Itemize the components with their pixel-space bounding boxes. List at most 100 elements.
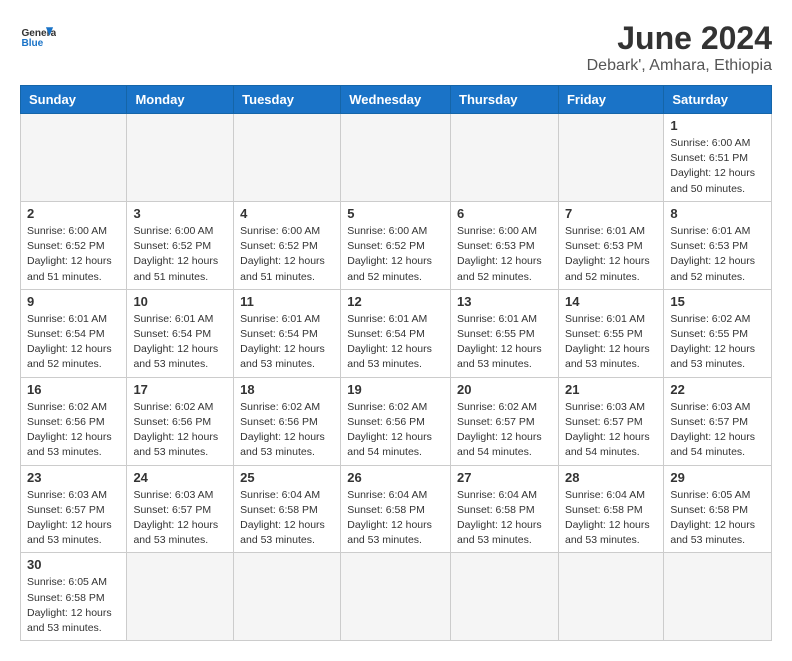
calendar-cell — [558, 114, 663, 202]
week-row-2: 9Sunrise: 6:01 AM Sunset: 6:54 PM Daylig… — [21, 289, 772, 377]
day-info: Sunrise: 6:00 AM Sunset: 6:52 PM Dayligh… — [27, 224, 120, 285]
calendar-cell: 27 Sunrise: 6:04 AM Sunset: 6:58 PM Dayli… — [451, 465, 559, 553]
day-number: 8 — [670, 206, 765, 221]
calendar-cell: 29 Sunrise: 6:05 AM Sunset: 6:58 PM Dayli… — [664, 465, 772, 553]
day-number: 18 — [240, 382, 334, 397]
header-row: Sunday Monday Tuesday Wednesday Thursday… — [21, 86, 772, 114]
calendar-cell: 8 Sunrise: 6:01 AM Sunset: 6:53 PM Daylig… — [664, 201, 772, 289]
calendar-cell — [664, 553, 772, 641]
day-number: 4 — [240, 206, 334, 221]
day-number: 1 — [670, 118, 765, 133]
day-info: Sunrise: 6:04 AM Sunset: 6:58 PM Dayligh… — [457, 488, 552, 549]
calendar-cell — [127, 114, 234, 202]
day-number: 6 — [457, 206, 552, 221]
day-info: Sunrise: 6:01 AM Sunset: 6:53 PM Dayligh… — [670, 224, 765, 285]
day-number: 15 — [670, 294, 765, 309]
week-row-1: 2 Sunrise: 6:00 AM Sunset: 6:52 PM Daylig… — [21, 201, 772, 289]
title-block: June 2024 Debark', Amhara, Ethiopia — [587, 20, 772, 75]
calendar-cell: 25 Sunrise: 6:04 AM Sunset: 6:58 PM Dayli… — [234, 465, 341, 553]
logo: General Blue — [20, 20, 56, 56]
day-info: Sunrise: 6:01 AM Sunset: 6:54 PM Dayligh… — [347, 312, 444, 373]
day-number: 27 — [457, 470, 552, 485]
day-info: Sunrise: 6:03 AM Sunset: 6:57 PM Dayligh… — [670, 400, 765, 461]
day-info: Sunrise: 6:03 AM Sunset: 6:57 PM Dayligh… — [565, 400, 657, 461]
logo-icon: General Blue — [20, 20, 56, 56]
day-info: Sunrise: 6:03 AM Sunset: 6:57 PM Dayligh… — [133, 488, 227, 549]
calendar-cell — [341, 114, 451, 202]
calendar-cell: 9Sunrise: 6:01 AM Sunset: 6:54 PM Daylig… — [21, 289, 127, 377]
header-thursday: Thursday — [451, 86, 559, 114]
calendar-cell: 30Sunrise: 6:05 AM Sunset: 6:58 PM Dayli… — [21, 553, 127, 641]
week-row-4: 23 Sunrise: 6:03 AM Sunset: 6:57 PM Dayli… — [21, 465, 772, 553]
calendar-cell: 17Sunrise: 6:02 AM Sunset: 6:56 PM Dayli… — [127, 377, 234, 465]
day-number: 26 — [347, 470, 444, 485]
header-wednesday: Wednesday — [341, 86, 451, 114]
calendar-cell: 15 Sunrise: 6:02 AM Sunset: 6:55 PM Dayli… — [664, 289, 772, 377]
calendar-cell — [451, 553, 559, 641]
day-info: Sunrise: 6:02 AM Sunset: 6:56 PM Dayligh… — [240, 400, 334, 461]
calendar-cell: 11Sunrise: 6:01 AM Sunset: 6:54 PM Dayli… — [234, 289, 341, 377]
calendar-cell: 1 Sunrise: 6:00 AM Sunset: 6:51 PM Daylig… — [664, 114, 772, 202]
header-monday: Monday — [127, 86, 234, 114]
calendar-cell: 21 Sunrise: 6:03 AM Sunset: 6:57 PM Dayli… — [558, 377, 663, 465]
calendar-cell: 6 Sunrise: 6:00 AM Sunset: 6:53 PM Daylig… — [451, 201, 559, 289]
day-info: Sunrise: 6:00 AM Sunset: 6:52 PM Dayligh… — [347, 224, 444, 285]
day-info: Sunrise: 6:00 AM Sunset: 6:53 PM Dayligh… — [457, 224, 552, 285]
calendar-cell: 12 Sunrise: 6:01 AM Sunset: 6:54 PM Dayli… — [341, 289, 451, 377]
day-info: Sunrise: 6:01 AM Sunset: 6:54 PM Dayligh… — [133, 312, 227, 373]
day-number: 7 — [565, 206, 657, 221]
day-info: Sunrise: 6:02 AM Sunset: 6:55 PM Dayligh… — [670, 312, 765, 373]
calendar-cell — [127, 553, 234, 641]
day-number: 21 — [565, 382, 657, 397]
day-number: 10 — [133, 294, 227, 309]
calendar-subtitle: Debark', Amhara, Ethiopia — [587, 57, 772, 75]
day-info: Sunrise: 6:01 AM Sunset: 6:53 PM Dayligh… — [565, 224, 657, 285]
day-number: 23 — [27, 470, 120, 485]
day-info: Sunrise: 6:02 AM Sunset: 6:56 PM Dayligh… — [27, 400, 120, 461]
day-info: Sunrise: 6:04 AM Sunset: 6:58 PM Dayligh… — [240, 488, 334, 549]
calendar-cell — [341, 553, 451, 641]
day-number: 25 — [240, 470, 334, 485]
day-info: Sunrise: 6:03 AM Sunset: 6:57 PM Dayligh… — [27, 488, 120, 549]
calendar-cell: 3 Sunrise: 6:00 AM Sunset: 6:52 PM Daylig… — [127, 201, 234, 289]
calendar-cell: 24 Sunrise: 6:03 AM Sunset: 6:57 PM Dayli… — [127, 465, 234, 553]
day-number: 13 — [457, 294, 552, 309]
week-row-0: 1 Sunrise: 6:00 AM Sunset: 6:51 PM Daylig… — [21, 114, 772, 202]
day-number: 24 — [133, 470, 227, 485]
week-row-3: 16Sunrise: 6:02 AM Sunset: 6:56 PM Dayli… — [21, 377, 772, 465]
day-number: 12 — [347, 294, 444, 309]
header-sunday: Sunday — [21, 86, 127, 114]
day-info: Sunrise: 6:00 AM Sunset: 6:52 PM Dayligh… — [133, 224, 227, 285]
calendar-table: Sunday Monday Tuesday Wednesday Thursday… — [20, 85, 772, 641]
day-number: 2 — [27, 206, 120, 221]
calendar-cell: 4 Sunrise: 6:00 AM Sunset: 6:52 PM Daylig… — [234, 201, 341, 289]
day-number: 3 — [133, 206, 227, 221]
day-number: 28 — [565, 470, 657, 485]
day-info: Sunrise: 6:01 AM Sunset: 6:55 PM Dayligh… — [457, 312, 552, 373]
calendar-cell: 7 Sunrise: 6:01 AM Sunset: 6:53 PM Daylig… — [558, 201, 663, 289]
day-info: Sunrise: 6:02 AM Sunset: 6:57 PM Dayligh… — [457, 400, 552, 461]
calendar-cell: 22 Sunrise: 6:03 AM Sunset: 6:57 PM Dayli… — [664, 377, 772, 465]
calendar-title: June 2024 — [587, 20, 772, 57]
header: General Blue June 2024 Debark', Amhara, … — [20, 20, 772, 75]
header-friday: Friday — [558, 86, 663, 114]
day-number: 30 — [27, 557, 120, 572]
calendar-cell — [451, 114, 559, 202]
day-info: Sunrise: 6:01 AM Sunset: 6:54 PM Dayligh… — [27, 312, 120, 373]
day-number: 22 — [670, 382, 765, 397]
calendar-cell — [234, 553, 341, 641]
header-tuesday: Tuesday — [234, 86, 341, 114]
day-info: Sunrise: 6:02 AM Sunset: 6:56 PM Dayligh… — [347, 400, 444, 461]
day-number: 20 — [457, 382, 552, 397]
day-info: Sunrise: 6:00 AM Sunset: 6:52 PM Dayligh… — [240, 224, 334, 285]
day-info: Sunrise: 6:05 AM Sunset: 6:58 PM Dayligh… — [670, 488, 765, 549]
day-info: Sunrise: 6:00 AM Sunset: 6:51 PM Dayligh… — [670, 136, 765, 197]
calendar-cell: 20 Sunrise: 6:02 AM Sunset: 6:57 PM Dayli… — [451, 377, 559, 465]
day-info: Sunrise: 6:01 AM Sunset: 6:54 PM Dayligh… — [240, 312, 334, 373]
calendar-cell: 10 Sunrise: 6:01 AM Sunset: 6:54 PM Dayli… — [127, 289, 234, 377]
calendar-cell: 16Sunrise: 6:02 AM Sunset: 6:56 PM Dayli… — [21, 377, 127, 465]
calendar-cell — [234, 114, 341, 202]
calendar-cell: 23 Sunrise: 6:03 AM Sunset: 6:57 PM Dayli… — [21, 465, 127, 553]
calendar-cell — [21, 114, 127, 202]
day-number: 29 — [670, 470, 765, 485]
